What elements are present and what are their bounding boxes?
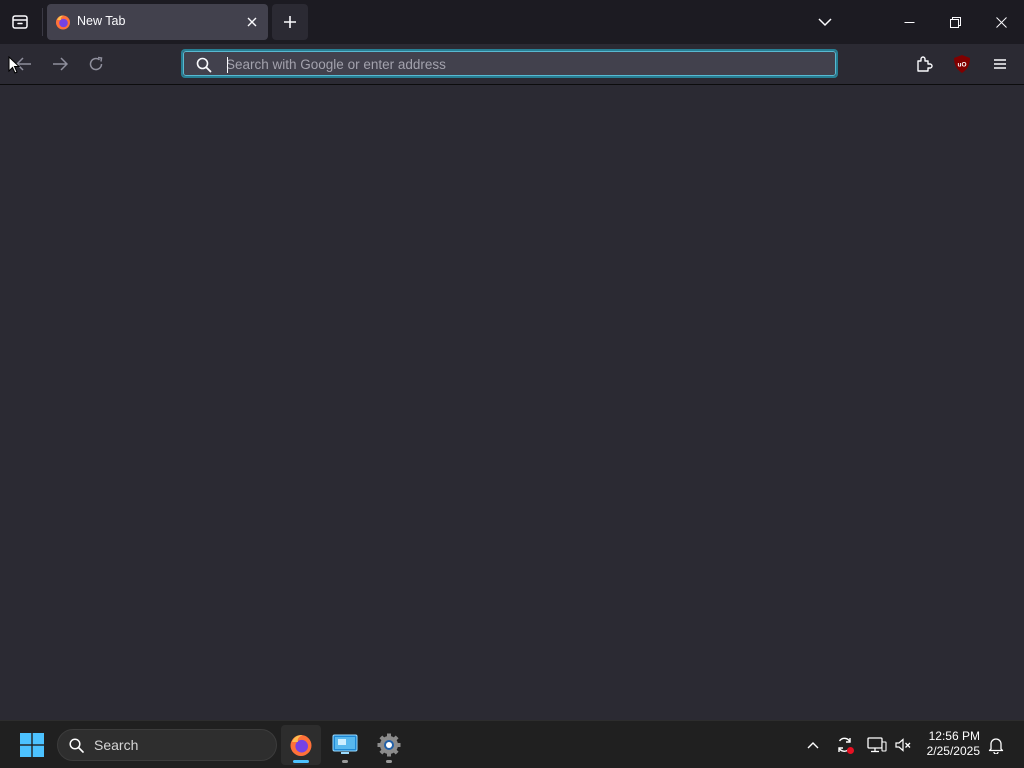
taskbar-app-firefox[interactable]: [281, 725, 321, 765]
list-all-tabs-button[interactable]: [810, 8, 840, 36]
notifications-button[interactable]: [984, 729, 1008, 761]
remote-desktop-icon: [332, 734, 358, 754]
start-button[interactable]: [12, 725, 52, 765]
taskbar-app-settings[interactable]: [369, 725, 409, 765]
app-menu-button[interactable]: [984, 48, 1016, 80]
close-icon: [247, 17, 257, 27]
text-caret: [227, 57, 228, 73]
extensions-icon: [917, 56, 933, 72]
bell-icon: [988, 737, 1004, 754]
sync-alert-icon: [838, 737, 854, 754]
active-indicator: [293, 760, 309, 763]
firefox-view-icon: [12, 15, 28, 29]
running-indicator: [342, 760, 348, 763]
show-hidden-icons-button[interactable]: [801, 729, 825, 761]
firefox-logo-icon: [290, 735, 312, 756]
search-icon: [69, 738, 84, 753]
hamburger-menu-icon: [994, 59, 1006, 69]
clock-time: 12:56 PM: [928, 729, 980, 743]
ublock-origin-button[interactable]: uO: [946, 48, 978, 80]
taskbar: Search 12:56 PM 2/25/2025: [0, 720, 1024, 768]
tab-new-tab[interactable]: New Tab: [47, 4, 268, 40]
tray-volume[interactable]: [890, 729, 916, 761]
close-icon: [995, 16, 1007, 28]
tray-update-status[interactable]: [832, 729, 858, 761]
tab-title: New Tab: [77, 14, 126, 28]
tab-bar: New Tab: [0, 0, 1024, 44]
plus-icon: [284, 16, 296, 28]
firefox-view-button[interactable]: [4, 6, 36, 38]
tab-separator: [42, 8, 43, 36]
page-content[interactable]: [0, 85, 1024, 720]
close-window-button[interactable]: [978, 0, 1024, 44]
clock-date: 2/25/2025: [926, 744, 980, 758]
gear-icon: [377, 733, 401, 757]
svg-text:uO: uO: [957, 62, 966, 69]
taskbar-search[interactable]: Search: [57, 729, 277, 761]
extensions-button[interactable]: [908, 48, 940, 80]
new-tab-button[interactable]: [272, 4, 308, 40]
ublock-origin-icon: uO: [954, 55, 970, 73]
chevron-down-icon: [818, 17, 832, 26]
navigation-toolbar: uO: [0, 44, 1024, 85]
tray-network[interactable]: [864, 729, 890, 761]
network-icon: [867, 737, 887, 753]
running-indicator: [386, 760, 392, 763]
restore-button[interactable]: [932, 0, 978, 44]
windows-logo-icon: [20, 733, 44, 757]
reload-icon: [89, 56, 103, 71]
volume-muted-icon: [895, 738, 911, 752]
taskbar-app-remote-desktop[interactable]: [325, 725, 365, 765]
search-icon: [196, 57, 212, 73]
chevron-up-icon: [807, 742, 819, 749]
reload-button[interactable]: [80, 48, 112, 80]
forward-button[interactable]: [44, 48, 76, 80]
taskbar-search-label: Search: [94, 737, 139, 753]
forward-arrow-icon: [53, 57, 68, 71]
tray-clock[interactable]: 12:56 PM 2/25/2025: [927, 729, 980, 759]
tab-close-button[interactable]: [242, 12, 262, 32]
address-bar: [181, 49, 838, 78]
mouse-cursor-icon: [8, 56, 20, 74]
address-input[interactable]: [226, 51, 826, 78]
minimize-icon: [904, 21, 914, 23]
minimize-button[interactable]: [886, 0, 932, 44]
firefox-logo-icon: [56, 15, 70, 30]
restore-icon: [949, 16, 961, 28]
